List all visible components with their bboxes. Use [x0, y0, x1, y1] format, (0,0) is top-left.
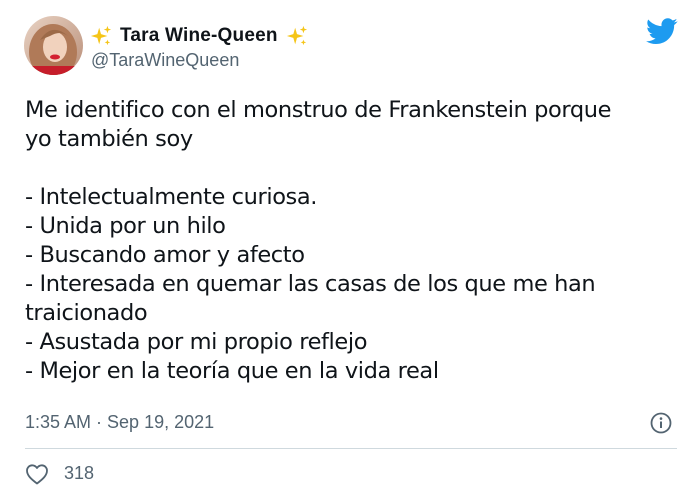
author-display-name[interactable]: Tara Wine-Queen	[120, 25, 278, 47]
tweet-list-line: - Mejor en la teoría que en la vida real	[25, 358, 439, 384]
tweet-card: Tara Wine-Queen @TaraWineQueen Me identi…	[0, 0, 700, 502]
heart-icon[interactable]	[25, 463, 49, 485]
tweet-list-line: - Intelectualmente curiosa.	[25, 184, 318, 210]
tweet-text: Me identifico con el monstruo de Franken…	[25, 96, 685, 386]
twitter-bird-icon[interactable]	[646, 18, 678, 45]
tweet-list-line: - Unida por un hilo	[25, 213, 226, 239]
sparkles-icon	[90, 25, 112, 47]
divider	[25, 448, 677, 449]
tweet-text-line: yo también soy	[25, 126, 193, 152]
author-name-row: Tara Wine-Queen	[90, 23, 308, 49]
tweet-list-line: traicionado	[25, 300, 148, 326]
avatar[interactable]	[24, 16, 83, 75]
tweet-timestamp[interactable]: 1:35 AM · Sep 19, 2021	[25, 412, 214, 433]
tweet-text-line: Me identifico con el monstruo de Franken…	[25, 97, 612, 123]
tweet-list-line: - Buscando amor y afecto	[25, 242, 305, 268]
tweet-list-line: - Interesada en quemar las casas de los …	[25, 271, 596, 297]
tweet-list-line: - Asustada por mi propio reflejo	[25, 329, 368, 355]
info-icon[interactable]	[650, 412, 672, 434]
sparkles-icon	[286, 25, 308, 47]
like-count: 318	[64, 463, 95, 483]
author-handle[interactable]: @TaraWineQueen	[91, 50, 239, 71]
